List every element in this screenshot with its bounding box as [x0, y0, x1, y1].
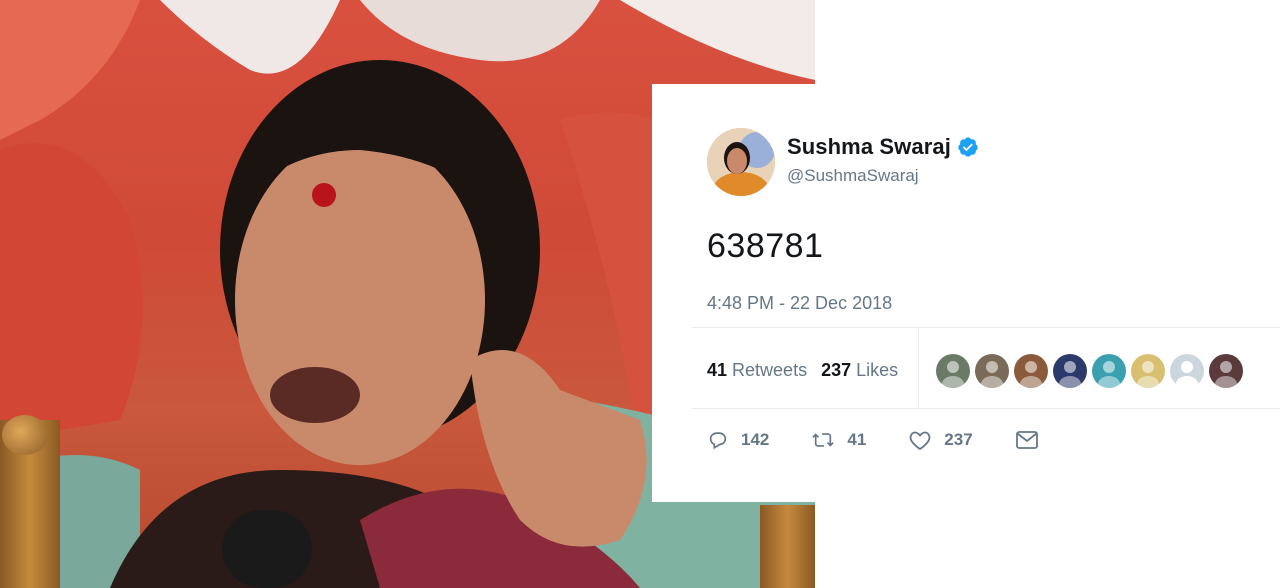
reply-count: 142	[741, 430, 770, 449]
user-names: Sushma Swaraj @SushmaSwaraj	[787, 134, 979, 186]
display-name-row: Sushma Swaraj	[787, 134, 979, 160]
profile-avatar[interactable]	[707, 128, 775, 196]
liker-avatar[interactable]	[1170, 354, 1204, 388]
tweet-stats: 41 Retweets 237 Likes	[707, 360, 898, 381]
liker-avatar[interactable]	[1053, 354, 1087, 388]
reply-button[interactable]: 142	[707, 429, 769, 451]
screenshot-stage: Sushma Swaraj @SushmaSwaraj 638781 4:48 …	[0, 0, 1280, 588]
liker-avatars	[936, 354, 1248, 388]
like-button[interactable]: 237	[908, 429, 973, 451]
tweet-timestamp[interactable]: 4:48 PM - 22 Dec 2018	[707, 293, 892, 314]
tweet-header: Sushma Swaraj @SushmaSwaraj	[707, 128, 979, 204]
tweet-card: Sushma Swaraj @SushmaSwaraj 638781 4:48 …	[652, 84, 1280, 502]
liker-avatar[interactable]	[1131, 354, 1165, 388]
liker-avatar[interactable]	[936, 354, 970, 388]
user-handle[interactable]: @SushmaSwaraj	[787, 166, 979, 186]
heart-icon	[908, 429, 932, 451]
wooden-post-right	[760, 505, 815, 588]
reply-icon	[707, 429, 729, 451]
divider-top	[692, 327, 1280, 328]
like-count: 237	[944, 430, 973, 449]
retweets-count[interactable]: 41	[707, 360, 727, 381]
retweet-icon	[811, 429, 835, 451]
avatar-image	[707, 128, 775, 196]
liker-avatar[interactable]	[1014, 354, 1048, 388]
likes-count[interactable]: 237	[821, 360, 851, 381]
tweet-text: 638781	[707, 227, 824, 265]
direct-message-button[interactable]	[1015, 430, 1039, 450]
liker-avatar[interactable]	[1209, 354, 1243, 388]
wooden-post-knob	[2, 415, 48, 455]
likes-label[interactable]: Likes	[856, 360, 898, 381]
display-name[interactable]: Sushma Swaraj	[787, 134, 951, 160]
divider-bottom	[692, 408, 1280, 409]
liker-avatar[interactable]	[975, 354, 1009, 388]
retweets-label[interactable]: Retweets	[732, 360, 807, 381]
retweet-count: 41	[847, 430, 867, 449]
tweet-actions: 142 41 237	[707, 429, 1081, 451]
liker-avatar[interactable]	[1092, 354, 1126, 388]
verified-badge-icon	[957, 136, 979, 158]
stats-separator	[918, 328, 919, 408]
mail-icon	[1015, 430, 1039, 450]
retweet-button[interactable]: 41	[811, 429, 866, 451]
